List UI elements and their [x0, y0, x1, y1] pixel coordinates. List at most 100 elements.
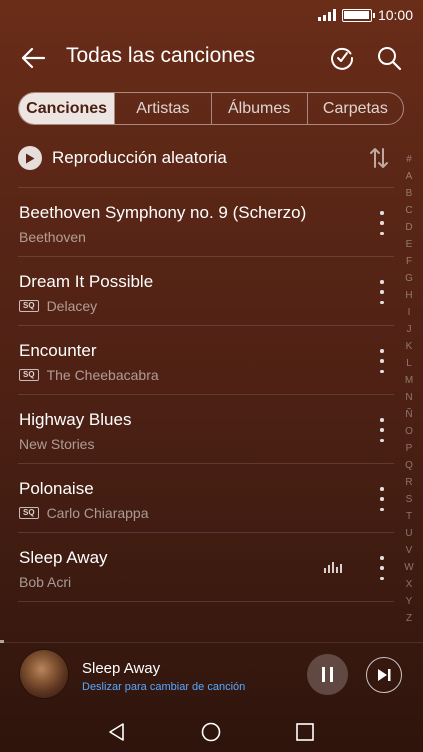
list-item[interactable]: Dream It Possible SQ Delacey [18, 256, 394, 325]
song-artist: SQ Delacey [19, 298, 97, 314]
index-letter[interactable]: C [405, 202, 412, 219]
status-time: 10:00 [377, 7, 413, 23]
artist-name: Carlo Chiarappa [46, 505, 149, 521]
list-item[interactable]: Encounter SQ The Cheebacabra [18, 325, 394, 394]
more-vertical-icon[interactable] [378, 211, 386, 235]
artist-name: Beethoven [19, 229, 86, 245]
song-artist: SQ The Cheebacabra [19, 367, 159, 383]
search-button[interactable] [375, 44, 403, 72]
song-title: Encounter [19, 341, 97, 360]
song-title: Highway Blues [19, 410, 132, 429]
signal-icon [317, 9, 336, 21]
song-title: Beethoven Symphony no. 9 (Scherzo) [19, 203, 307, 222]
tab-artistas[interactable]: Artistas [114, 93, 210, 124]
skip-next-icon [378, 669, 391, 681]
shuffle-label: Reproducción aleatoria [52, 148, 227, 167]
index-letter[interactable]: R [405, 474, 412, 491]
index-letter[interactable]: T [406, 508, 412, 525]
system-nav-bar [0, 710, 423, 752]
nav-home-button[interactable] [200, 721, 222, 743]
song-artist: SQ Carlo Chiarappa [19, 505, 149, 521]
index-letter[interactable]: G [405, 270, 413, 287]
list-item[interactable]: Highway Blues New Stories [18, 394, 394, 463]
tab-canciones[interactable]: Canciones [19, 93, 115, 124]
more-vertical-icon[interactable] [378, 418, 386, 442]
song-title: Dream It Possible [19, 272, 154, 291]
song-artist: New Stories [19, 436, 94, 452]
index-letter[interactable]: N [405, 389, 412, 406]
index-letter[interactable]: X [406, 576, 413, 593]
triangle-back-icon [109, 723, 124, 741]
album-art[interactable] [20, 650, 68, 698]
index-letter[interactable]: J [407, 321, 412, 338]
more-vertical-icon[interactable] [378, 487, 386, 511]
index-letter[interactable]: Ñ [405, 406, 412, 423]
more-vertical-icon[interactable] [378, 280, 386, 304]
shuffle-all-button[interactable]: Reproducción aleatoria [18, 138, 394, 178]
progress-indicator [0, 640, 4, 643]
index-letter[interactable]: I [408, 304, 411, 321]
list-divider [18, 601, 394, 602]
song-artist: Beethoven [19, 229, 86, 245]
pause-button[interactable] [307, 654, 348, 695]
search-icon [378, 47, 402, 71]
now-playing-title: Sleep Away [82, 660, 161, 677]
nav-recents-button[interactable] [294, 721, 316, 743]
artist-name: Delacey [46, 298, 98, 314]
song-list: Beethoven Symphony no. 9 (Scherzo) Beeth… [18, 187, 394, 602]
index-letter[interactable]: M [405, 372, 413, 389]
index-letter[interactable]: P [406, 440, 413, 457]
index-letter[interactable]: # [406, 151, 412, 168]
index-letter[interactable]: U [405, 525, 412, 542]
app-header: Todas las canciones [0, 36, 423, 80]
song-artist: Bob Acri [19, 574, 71, 590]
index-letter[interactable]: Y [406, 593, 413, 610]
nav-back-button[interactable] [106, 721, 128, 743]
more-vertical-icon[interactable] [378, 349, 386, 373]
pause-icon [322, 667, 325, 682]
sq-badge: SQ [19, 507, 39, 519]
square-recents-icon [296, 723, 314, 741]
index-letter[interactable]: W [404, 559, 413, 576]
arrow-left-icon [21, 47, 46, 69]
sort-icon [370, 148, 388, 168]
list-item[interactable]: Beethoven Symphony no. 9 (Scherzo) Beeth… [18, 187, 394, 256]
index-letter[interactable]: A [406, 168, 413, 185]
more-vertical-icon[interactable] [378, 556, 386, 580]
back-button[interactable] [20, 46, 46, 70]
category-tabs: Canciones Artistas Álbumes Carpetas [18, 92, 404, 125]
play-circle-icon [18, 146, 42, 170]
index-letter[interactable]: S [406, 491, 413, 508]
index-letter[interactable]: D [405, 219, 412, 236]
equalizer-icon [324, 562, 342, 573]
index-letter[interactable]: F [406, 253, 412, 270]
index-letter[interactable]: H [405, 287, 412, 304]
sort-button[interactable] [368, 146, 390, 170]
alphabet-index[interactable]: # A B C D E F G H I J K L M N Ñ O P Q R S T U V W X Y Z [401, 151, 417, 627]
index-letter[interactable]: K [406, 338, 413, 355]
mini-player[interactable]: Sleep Away Deslizar para cambiar de canc… [0, 648, 423, 702]
index-letter[interactable]: E [406, 236, 413, 253]
circle-home-icon [201, 722, 221, 742]
list-item[interactable]: Sleep Away Bob Acri [18, 532, 394, 601]
refresh-icon [331, 47, 354, 70]
index-letter[interactable]: O [405, 423, 413, 440]
refresh-button[interactable] [328, 44, 356, 72]
list-item[interactable]: Polonaise SQ Carlo Chiarappa [18, 463, 394, 532]
now-playing-hint: Deslizar para cambiar de canción [82, 681, 246, 693]
index-letter[interactable]: L [406, 355, 412, 372]
page-title: Todas las canciones [66, 44, 256, 67]
index-letter[interactable]: B [406, 185, 413, 202]
tab-albumes[interactable]: Álbumes [210, 93, 307, 124]
song-title: Polonaise [19, 479, 94, 498]
index-letter[interactable]: Z [406, 610, 412, 627]
artist-name: Bob Acri [19, 574, 72, 590]
artist-name: The Cheebacabra [46, 367, 159, 383]
artist-name: New Stories [19, 436, 95, 452]
status-bar: 10:00 [0, 0, 423, 30]
index-letter[interactable]: V [406, 542, 413, 559]
tab-carpetas[interactable]: Carpetas [306, 93, 403, 124]
next-button[interactable] [366, 657, 402, 693]
index-letter[interactable]: Q [405, 457, 413, 474]
sq-badge: SQ [19, 369, 39, 381]
